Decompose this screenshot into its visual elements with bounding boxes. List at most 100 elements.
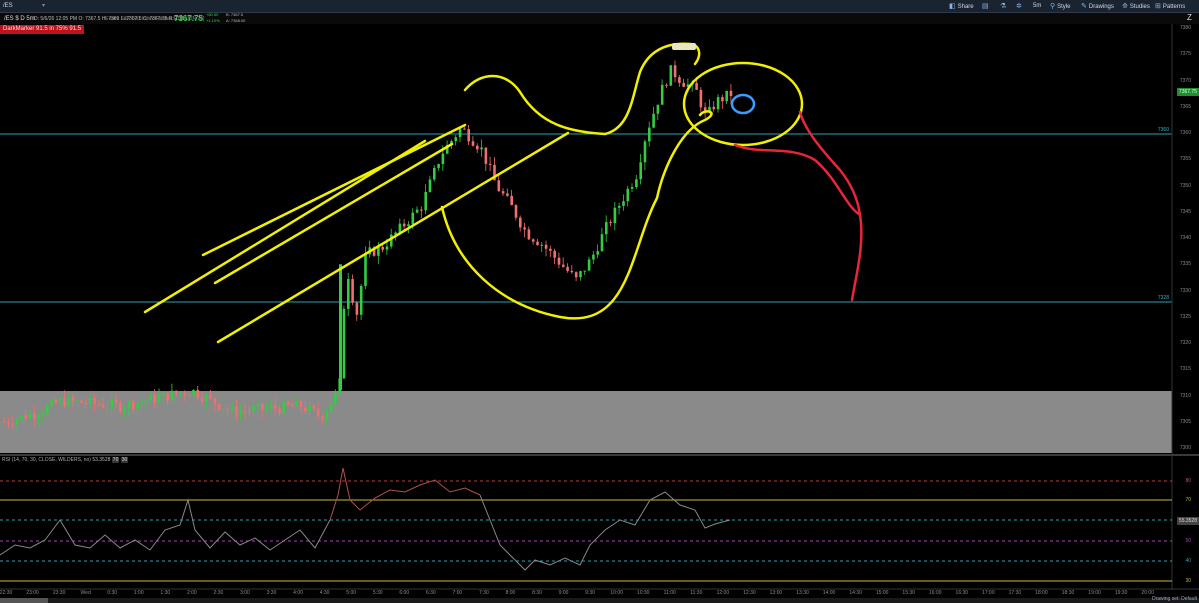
price-tick: 7320 (1179, 340, 1191, 346)
candle-body (28, 413, 32, 419)
candle-body (699, 89, 703, 108)
candle-body (162, 392, 165, 396)
level-label-upper: 7360 (1157, 127, 1169, 133)
candle-body (20, 415, 23, 420)
price-tick: 7310 (1179, 392, 1191, 399)
candle-body (166, 392, 169, 401)
candle-body (175, 390, 178, 394)
time-tick: 14:00 (822, 590, 836, 596)
candle-body (54, 400, 58, 404)
candle-body (648, 127, 651, 142)
candle-body (484, 147, 488, 164)
candle-body (540, 244, 544, 246)
consolidation-zone (0, 391, 1172, 453)
time-tick: 5:00 (346, 590, 357, 596)
time-tick: 2:00 (186, 590, 197, 596)
candle-body (230, 406, 234, 411)
time-tick: 1:30 (160, 590, 171, 596)
candle-body (153, 394, 157, 403)
candle-body (140, 401, 144, 404)
time-tick: 10:30 (636, 590, 650, 596)
candle-body (7, 421, 10, 424)
candle-body (549, 248, 552, 251)
price-tick: 7370 (1179, 77, 1191, 84)
candle-body (359, 285, 363, 315)
scrollbar-thumb[interactable] (0, 598, 48, 603)
candle-body (497, 180, 501, 192)
time-tick: 4:30 (319, 590, 330, 596)
candle-body (355, 302, 359, 315)
time-tick: 17:30 (1008, 590, 1022, 596)
time-tick: 3:30 (266, 590, 277, 596)
price-chart[interactable] (0, 0, 1199, 603)
candle-body (488, 163, 492, 165)
drawing-set-label[interactable]: Drawing set: Default (1152, 595, 1197, 603)
time-tick: 18:00 (1035, 590, 1048, 596)
candle-body (200, 398, 204, 402)
time-tick: 18:30 (1061, 590, 1075, 596)
candle-body (295, 401, 298, 407)
candle-body (3, 421, 6, 423)
candle-body (557, 257, 561, 265)
candle-body (248, 410, 251, 412)
time-tick: 9:30 (585, 590, 595, 596)
candle-body (420, 209, 423, 211)
candle-body (299, 401, 303, 408)
candle-body (407, 224, 410, 227)
time-tick: 2:30 (213, 590, 224, 596)
candle-body (660, 84, 664, 105)
candle-body (218, 404, 221, 410)
candle-body (553, 250, 556, 258)
candle-body (110, 399, 114, 408)
candle-body (712, 106, 716, 110)
candle-body (587, 259, 591, 271)
candle-body (235, 406, 238, 416)
horizontal-scrollbar[interactable] (0, 598, 1199, 603)
candle-body (506, 193, 509, 196)
price-tick: 7380 (1179, 25, 1191, 31)
candle-body (132, 401, 135, 409)
rsi-title-text: RSI (14, 70, 30, CLOSE, WILDERS, no) (2, 457, 91, 463)
candle-body (261, 403, 264, 410)
candle-body (531, 239, 535, 242)
time-tick: 11:30 (690, 590, 703, 596)
candle-body (643, 141, 647, 163)
time-tick: 4:00 (293, 590, 303, 596)
candle-body (334, 393, 337, 405)
time-tick: 16:00 (928, 590, 942, 596)
candle-body (454, 137, 458, 142)
candle-body (617, 205, 621, 208)
candle-body (630, 187, 634, 189)
price-tick: 7330 (1179, 287, 1191, 294)
candle-body (583, 270, 587, 272)
candle-body (304, 407, 307, 412)
candle-body (41, 413, 45, 417)
time-tick: 7:00 (452, 590, 463, 596)
candle-body (652, 113, 655, 128)
candle-body (574, 272, 578, 278)
candle-body (252, 406, 255, 411)
candle-body (144, 400, 148, 402)
time-tick: 3:00 (240, 590, 250, 596)
hump-outline (463, 42, 701, 136)
time-tick: 16:30 (955, 590, 969, 596)
time-tick: 23:00 (26, 590, 39, 596)
rsi-tick: 50 (1185, 538, 1191, 544)
candle-body (656, 104, 660, 114)
candle-body (239, 410, 243, 416)
level-label-lower: 7328 (1157, 295, 1169, 301)
candle-body (97, 403, 101, 405)
candle-body (544, 244, 548, 249)
candle-body (570, 270, 574, 273)
time-tick: 0:30 (107, 590, 118, 596)
candle-body (381, 246, 384, 250)
price-tick: 7305 (1179, 418, 1191, 425)
candle-body (63, 398, 66, 406)
candle-body (639, 162, 642, 180)
candle-body (527, 229, 531, 240)
candle-body (519, 217, 522, 228)
candle-body (325, 411, 329, 420)
candle-body (458, 128, 462, 138)
price-tick: 7350 (1179, 182, 1191, 189)
candle-body (243, 410, 247, 412)
